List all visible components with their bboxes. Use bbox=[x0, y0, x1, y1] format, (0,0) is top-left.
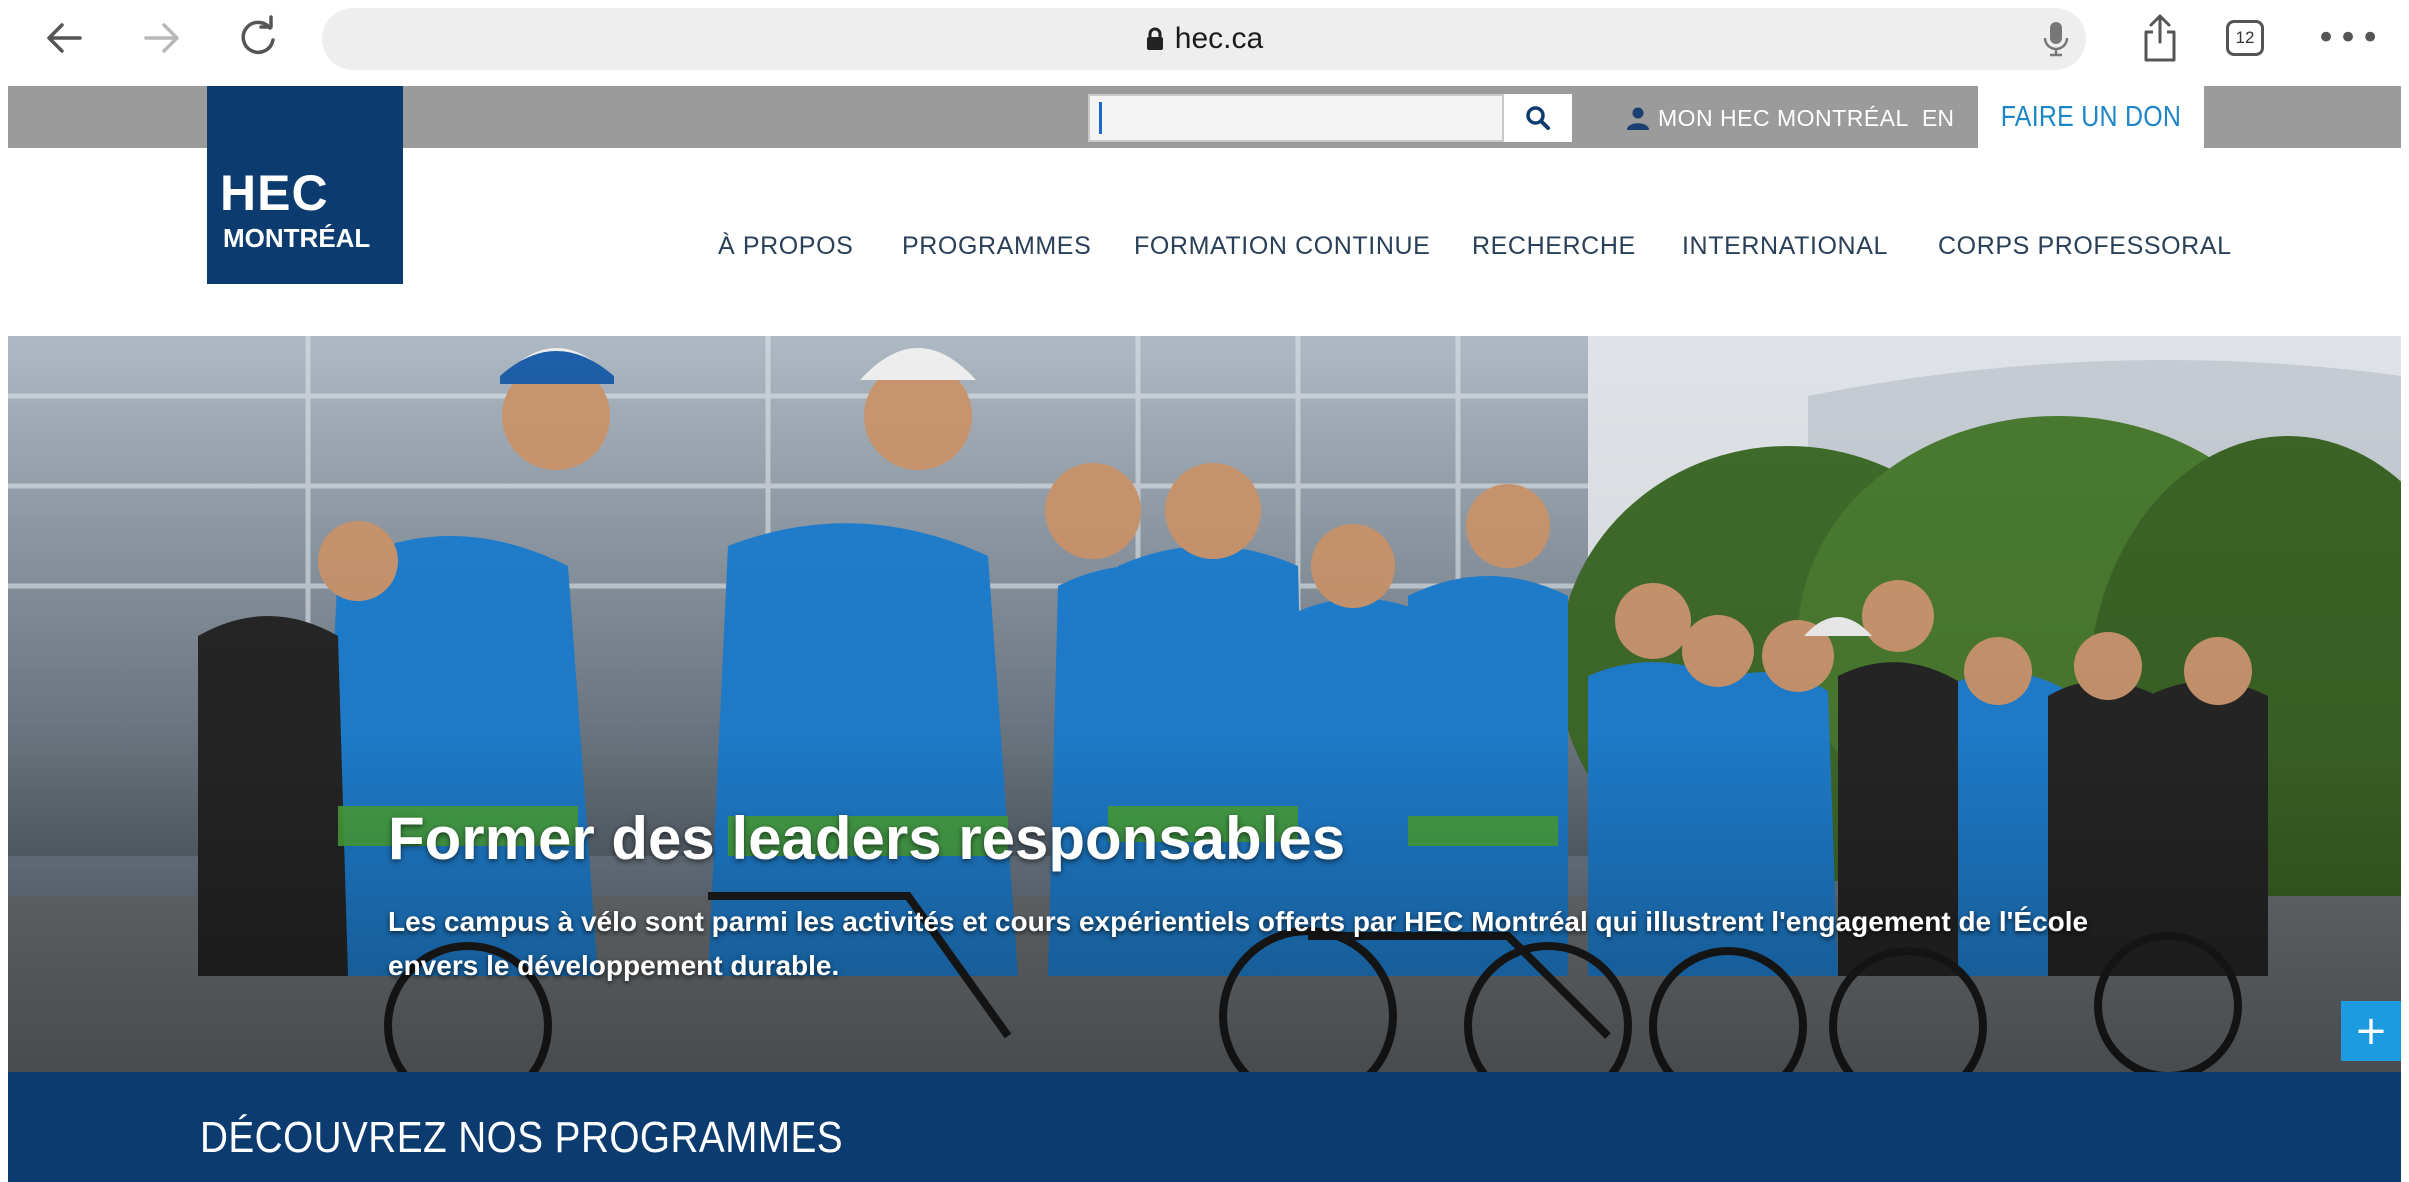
url-text: hec.ca bbox=[1174, 22, 1264, 55]
programs-heading: DÉCOUVREZ NOS PROGRAMMES bbox=[200, 1112, 931, 1164]
expand-plus-button[interactable]: + bbox=[2341, 1001, 2401, 1061]
hec-montreal-logo[interactable]: HEC MONTRÉAL bbox=[207, 86, 403, 284]
more-menu-icon[interactable]: ••• bbox=[2316, 18, 2382, 58]
hero-title: Former des leaders responsables bbox=[388, 805, 1346, 872]
share-button[interactable] bbox=[2130, 8, 2190, 68]
nav-item-programmes[interactable]: PROGRAMMES bbox=[902, 226, 1091, 266]
mon-hec-label: MON HEC MONTRÉAL bbox=[1658, 104, 1909, 131]
address-bar[interactable]: hec.ca bbox=[322, 8, 2086, 70]
search-icon bbox=[1526, 106, 1550, 130]
browser-toolbar: hec.ca 12 ••• bbox=[0, 0, 2409, 76]
hero-description: Les campus à vélo sont parmi les activit… bbox=[388, 906, 2089, 981]
lock-icon bbox=[1146, 27, 1163, 50]
language-switch-link[interactable]: EN bbox=[1922, 98, 1954, 138]
site-search-input[interactable] bbox=[1088, 94, 1504, 142]
forward-arrow-icon bbox=[144, 23, 179, 53]
microphone-icon[interactable] bbox=[2042, 20, 2070, 58]
reload-icon bbox=[241, 15, 275, 55]
nav-item-a-propos[interactable]: À PROPOS bbox=[718, 226, 853, 266]
search-button[interactable] bbox=[1504, 94, 1572, 142]
hero-banner: Former des leaders responsables Les camp… bbox=[8, 336, 2401, 1072]
tab-count-button[interactable]: 12 bbox=[2226, 20, 2264, 56]
logo-line-montreal: MONTRÉAL bbox=[223, 223, 371, 253]
share-icon bbox=[2144, 14, 2176, 62]
back-button[interactable] bbox=[34, 8, 94, 68]
nav-item-corps-professoral[interactable]: CORPS PROFESSORAL bbox=[1938, 226, 2232, 266]
forward-button[interactable] bbox=[132, 8, 192, 68]
back-arrow-icon bbox=[47, 23, 82, 53]
donate-label: FAIRE UN DON bbox=[2000, 100, 2182, 133]
text-caret bbox=[1099, 102, 1102, 134]
mon-hec-link[interactable]: MON HEC MONTRÉAL bbox=[1626, 98, 1909, 138]
programs-heading-label: DÉCOUVREZ NOS PROGRAMMES bbox=[200, 1113, 844, 1162]
reload-button[interactable] bbox=[228, 8, 288, 68]
donate-button[interactable]: FAIRE UN DON bbox=[1978, 86, 2204, 148]
logo-line-hec: HEC bbox=[220, 165, 329, 221]
nav-item-formation-continue[interactable]: FORMATION CONTINUE bbox=[1134, 226, 1430, 266]
nav-item-recherche[interactable]: RECHERCHE bbox=[1472, 226, 1636, 266]
nav-item-international[interactable]: INTERNATIONAL bbox=[1682, 226, 1888, 266]
user-icon bbox=[1627, 107, 1649, 130]
